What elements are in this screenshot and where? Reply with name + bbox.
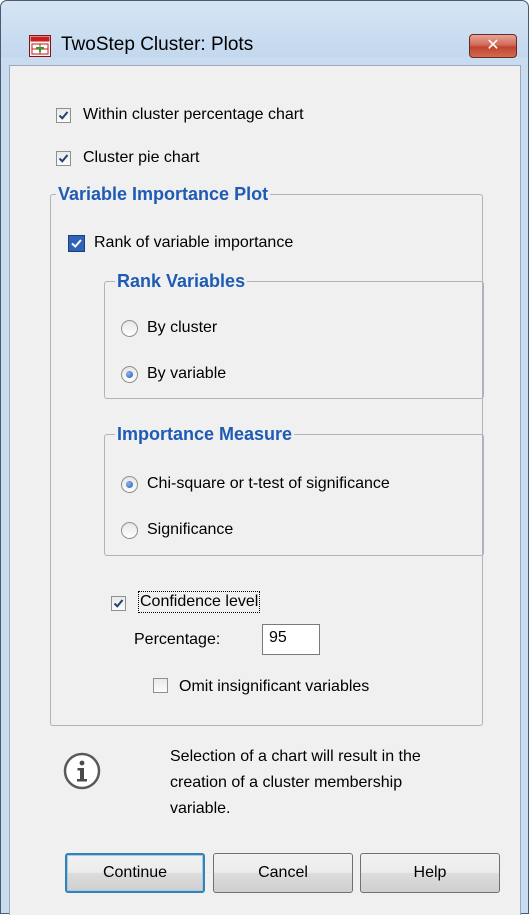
close-button[interactable]: ✕ [469,34,517,58]
rank-importance-label[interactable]: Rank of variable importance [94,234,293,252]
info-text-line-1: Selection of a chart will result in the [170,748,421,765]
chi-square-radio[interactable] [121,476,138,493]
confidence-level-label[interactable]: Confidence level [137,591,261,613]
cluster-pie-checkbox[interactable] [56,151,71,166]
dialog-content: Within cluster percentage chart Cluster … [9,65,521,915]
percentage-label: Percentage: [134,631,221,648]
continue-button[interactable]: Continue [65,853,205,893]
by-variable-radio[interactable] [121,366,138,383]
omit-insignificant-checkbox[interactable] [153,678,168,693]
rank-importance-checkbox[interactable] [68,235,85,252]
cluster-pie-label[interactable]: Cluster pie chart [83,149,200,167]
by-variable-label[interactable]: By variable [147,365,226,383]
dialog-window: TwoStep Cluster: Plots ✕ Within cluster … [0,0,529,915]
app-icon [29,35,51,57]
title-bar[interactable]: TwoStep Cluster: Plots ✕ [1,1,528,58]
radio-selected-dot [126,371,133,378]
info-text-line-3: variable. [170,800,231,817]
significance-label[interactable]: Significance [147,521,233,539]
significance-radio[interactable] [121,522,138,539]
by-cluster-radio[interactable] [121,320,138,337]
rank-variables-title: Rank Variables [115,271,248,292]
chi-square-label[interactable]: Chi-square or t-test of significance [147,475,390,493]
checkmark-icon [58,111,69,120]
within-cluster-checkbox[interactable] [56,108,71,123]
checkmark-icon [58,154,69,163]
cancel-button[interactable]: Cancel [213,853,353,893]
percentage-input[interactable]: 95 [262,624,320,655]
radio-selected-dot [126,481,133,488]
info-text-line-2: creation of a cluster membership [170,774,403,791]
info-icon [63,752,101,790]
within-cluster-label[interactable]: Within cluster percentage chart [83,106,304,124]
checkmark-icon [113,599,124,608]
close-icon: ✕ [486,37,500,54]
checkmark-icon [71,239,82,248]
by-cluster-label[interactable]: By cluster [147,319,217,337]
help-button[interactable]: Help [360,853,500,893]
window-title: TwoStep Cluster: Plots [61,34,254,55]
omit-insignificant-label[interactable]: Omit insignificant variables [179,678,369,696]
importance-measure-title: Importance Measure [115,424,295,445]
variable-importance-title: Variable Importance Plot [56,184,271,205]
confidence-level-checkbox[interactable] [111,596,126,611]
